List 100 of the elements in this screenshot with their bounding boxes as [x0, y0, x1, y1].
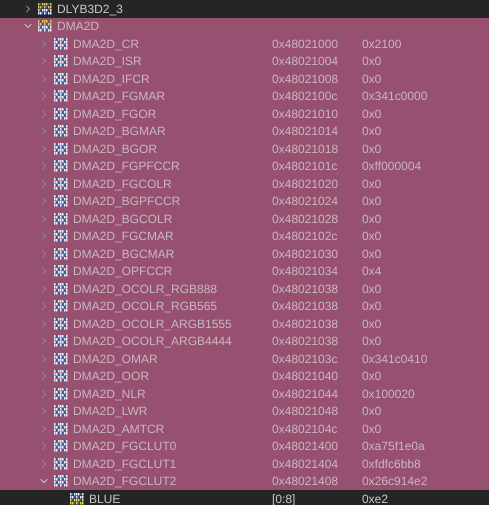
register-icon — [53, 36, 69, 51]
value-text: 0x0 — [362, 229, 382, 244]
address-text: [0:8] — [272, 492, 296, 505]
value-text: 0xfdfc6bb8 — [362, 456, 421, 471]
value-text: 0x0 — [362, 299, 382, 314]
value-text: 0x0 — [362, 176, 382, 191]
item-name: DMA2D_ISR — [73, 54, 142, 68]
tree-row[interactable]: DMA2D_FGCMAR 0x4802102c 0x0 — [0, 228, 489, 245]
tree-row[interactable]: DMA2D_AMTCR 0x4802104c 0x0 — [0, 420, 489, 438]
register-icon — [53, 369, 69, 384]
value-text: 0x0 — [362, 404, 382, 418]
address-text: 0x48021044 — [272, 386, 338, 401]
tree-row[interactable]: DMA2D_FGCOLR 0x48021020 0x0 — [0, 175, 489, 192]
value-text: 0x0 — [362, 212, 382, 226]
value-text: 0x0 — [362, 54, 382, 68]
item-name: DMA2D_FGCLUT1 — [73, 456, 176, 471]
item-name: DMA2D_IFCR — [73, 72, 150, 86]
address-text: 0x48021408 — [272, 474, 338, 488]
item-name: DMA2D_OPFCCR — [73, 264, 172, 278]
item-name: DLYB3D2_3 — [57, 2, 123, 16]
item-name: DMA2D_BGCOLR — [73, 212, 172, 226]
register-icon — [53, 404, 69, 418]
register-icon — [53, 194, 69, 208]
tree-row[interactable]: DMA2D_FGCLUT2 0x48021408 0x26c914e2 — [0, 472, 489, 490]
register-icon — [53, 124, 69, 138]
value-text: 0x341c0000 — [362, 89, 428, 104]
address-text: 0x48021038 — [272, 299, 338, 314]
address-text: 0x48021040 — [272, 369, 338, 384]
address-text: 0x48021048 — [272, 404, 338, 418]
tree-row[interactable]: DMA2D_OCOLR_RGB888 0x48021038 0x0 — [0, 280, 489, 298]
register-icon — [53, 176, 69, 191]
tree-row[interactable]: DMA2D_CR 0x48021000 0x2100 — [0, 35, 489, 52]
item-name: DMA2D_OOR — [73, 369, 150, 384]
tree-row[interactable]: DMA2D_BGMAR 0x48021014 0x0 — [0, 122, 489, 140]
bitfield-icon — [69, 492, 85, 505]
value-text: 0x0 — [362, 142, 382, 156]
item-name: DMA2D_BGOR — [73, 142, 158, 156]
register-icon — [53, 54, 69, 68]
tree-row[interactable]: DMA2D_OCOLR_ARGB1555 0x48021038 0x0 — [0, 315, 489, 332]
tree-row[interactable]: DMA2D_OCOLR_ARGB4444 0x48021038 0x0 — [0, 332, 489, 350]
address-text: 0x48021400 — [272, 439, 338, 454]
tree-row[interactable]: DMA2D_OPFCCR 0x48021034 0x4 — [0, 262, 489, 280]
value-text: 0x0 — [362, 334, 382, 348]
address-text: 0x48021018 — [272, 142, 338, 156]
peripheral-icon — [37, 2, 53, 16]
tree-row[interactable]: DMA2D_BGCMAR 0x48021030 0x0 — [0, 245, 489, 262]
address-text: 0x4802102c — [272, 229, 338, 244]
tree-row[interactable]: DMA2D — [0, 18, 489, 35]
tree-row[interactable]: DMA2D_BGOR 0x48021018 0x0 — [0, 140, 489, 158]
tree-row[interactable]: DMA2D_FGCLUT1 0x48021404 0xfdfc6bb8 — [0, 455, 489, 472]
register-icon — [53, 422, 69, 436]
item-name: DMA2D — [57, 19, 100, 34]
address-text: 0x48021000 — [272, 36, 338, 51]
tree-row[interactable]: DMA2D_NLR 0x48021044 0x100020 — [0, 385, 489, 402]
register-icon — [53, 316, 69, 331]
value-text: 0xa75f1e0a — [362, 439, 425, 454]
address-text: 0x48021038 — [272, 316, 338, 331]
item-name: DMA2D_FGCMAR — [73, 229, 174, 244]
address-text: 0x4802104c — [272, 422, 338, 436]
item-name: DMA2D_AMTCR — [73, 422, 164, 436]
address-text: 0x4802100c — [272, 89, 338, 104]
peripheral-icon — [37, 19, 53, 34]
tree-row[interactable]: DMA2D_FGCLUT0 0x48021400 0xa75f1e0a — [0, 438, 489, 455]
tree-row[interactable]: DMA2D_IFCR 0x48021008 0x0 — [0, 70, 489, 88]
item-name: DMA2D_FGMAR — [73, 89, 166, 104]
register-icon — [53, 72, 69, 86]
address-text: 0x4802101c — [272, 159, 338, 174]
register-icon — [53, 89, 69, 104]
tree-row[interactable]: DMA2D_ISR 0x48021004 0x0 — [0, 52, 489, 70]
tree-row[interactable]: DMA2D_OOR 0x48021040 0x0 — [0, 368, 489, 385]
tree-row[interactable]: DMA2D_BGCOLR 0x48021028 0x0 — [0, 210, 489, 228]
register-icon — [53, 474, 69, 488]
item-name: DMA2D_BGCMAR — [73, 246, 174, 261]
value-text: 0xff000004 — [362, 159, 422, 174]
register-icon — [53, 229, 69, 244]
register-icon — [53, 246, 69, 261]
register-icon — [53, 282, 69, 296]
tree-row[interactable]: DMA2D_FGMAR 0x4802100c 0x341c0000 — [0, 88, 489, 105]
item-name: DMA2D_OMAR — [73, 352, 158, 366]
item-name: DMA2D_OCOLR_ARGB4444 — [73, 334, 232, 348]
tree-row[interactable]: DMA2D_FGOR 0x48021010 0x0 — [0, 105, 489, 122]
tree-row[interactable]: DMA2D_OMAR 0x4802103c 0x341c0410 — [0, 350, 489, 368]
register-icon — [53, 212, 69, 226]
value-text: 0x0 — [362, 124, 382, 138]
value-text: 0x341c0410 — [362, 352, 428, 366]
register-icon — [53, 159, 69, 174]
item-name: DMA2D_LWR — [73, 404, 148, 418]
value-text: 0x0 — [362, 246, 382, 261]
item-name: DMA2D_FGPFCCR — [73, 159, 180, 174]
value-text: 0x26c914e2 — [362, 474, 428, 488]
tree-row[interactable]: DMA2D_LWR 0x48021048 0x0 — [0, 402, 489, 420]
value-text: 0x0 — [362, 316, 382, 331]
address-text: 0x48021014 — [272, 124, 338, 138]
tree-row[interactable]: DMA2D_OCOLR_RGB565 0x48021038 0x0 — [0, 298, 489, 315]
item-name: DMA2D_BGPFCCR — [73, 194, 180, 208]
tree-row[interactable]: DMA2D_FGPFCCR 0x4802101c 0xff000004 — [0, 158, 489, 175]
address-text: 0x48021030 — [272, 246, 338, 261]
tree-row[interactable]: DMA2D_BGPFCCR 0x48021024 0x0 — [0, 192, 489, 210]
register-icon — [53, 106, 69, 121]
value-text: 0x0 — [362, 106, 382, 121]
